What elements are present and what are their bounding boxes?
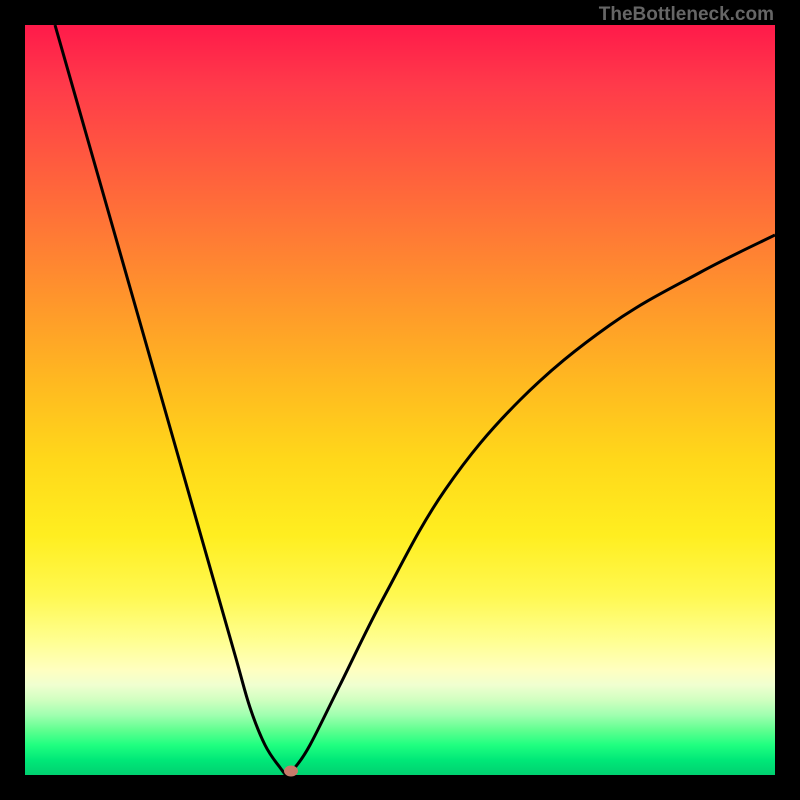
curve-svg [25, 25, 775, 775]
optimal-point-marker [284, 766, 298, 777]
bottleneck-curve [55, 25, 775, 775]
watermark-text: TheBottleneck.com [599, 4, 774, 26]
